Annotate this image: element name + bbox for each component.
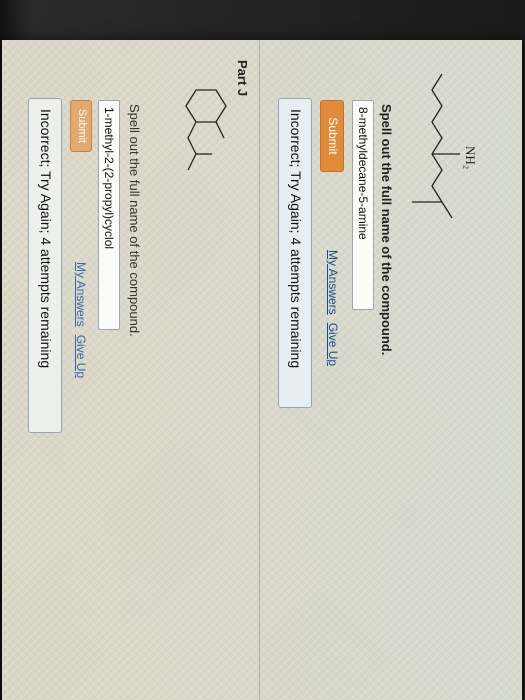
skeletal-structure-amine: NH₂ — [412, 73, 478, 219]
part-j-give-up-link[interactable]: Give Up — [74, 335, 88, 378]
part-i-my-answers-link[interactable]: My Answers — [326, 250, 340, 315]
cyclohexane-ring — [185, 89, 227, 123]
part-j-answer-links: My Answers Give Up — [72, 262, 90, 378]
methyl-substituent — [215, 121, 225, 139]
propyl-substituent — [187, 121, 197, 171]
browser-screen: NH₂ Spell out the full name of the compo… — [2, 40, 522, 700]
section-divider — [259, 40, 260, 700]
part-j-prompt: Spell out the full name of the compound. — [127, 104, 142, 337]
structure-part-i: NH₂ — [385, 70, 500, 250]
amine-label: NH₂ — [463, 146, 478, 169]
part-i-submit-button[interactable]: Submit — [320, 100, 344, 172]
skeletal-structure-cycloalkane — [185, 89, 227, 171]
part-i-answer-links: My Answers Give Up — [324, 250, 342, 366]
part-i-answer-field[interactable]: 8-methyldecane-5-amine — [352, 100, 374, 310]
part-i-give-up-link[interactable]: Give Up — [326, 323, 340, 366]
chain-end — [441, 201, 453, 219]
part-j-title: Part J — [235, 60, 250, 97]
part-i-feedback: Incorrect; Try Again; 4 attempts remaini… — [278, 98, 312, 408]
structure-part-j — [151, 80, 236, 190]
part-i-prompt: Spell out the full name of the compound. — [379, 104, 394, 356]
part-j-submit-button[interactable]: Submit — [70, 100, 92, 152]
part-j-my-answers-link[interactable]: My Answers — [74, 262, 88, 327]
part-j-feedback: Incorrect; Try Again; 4 attempts remaini… — [28, 98, 62, 433]
carbon-chain — [431, 73, 443, 203]
part-j-answer-field[interactable]: 1-methyl-2-(2-propyl)cyclol — [98, 100, 120, 330]
